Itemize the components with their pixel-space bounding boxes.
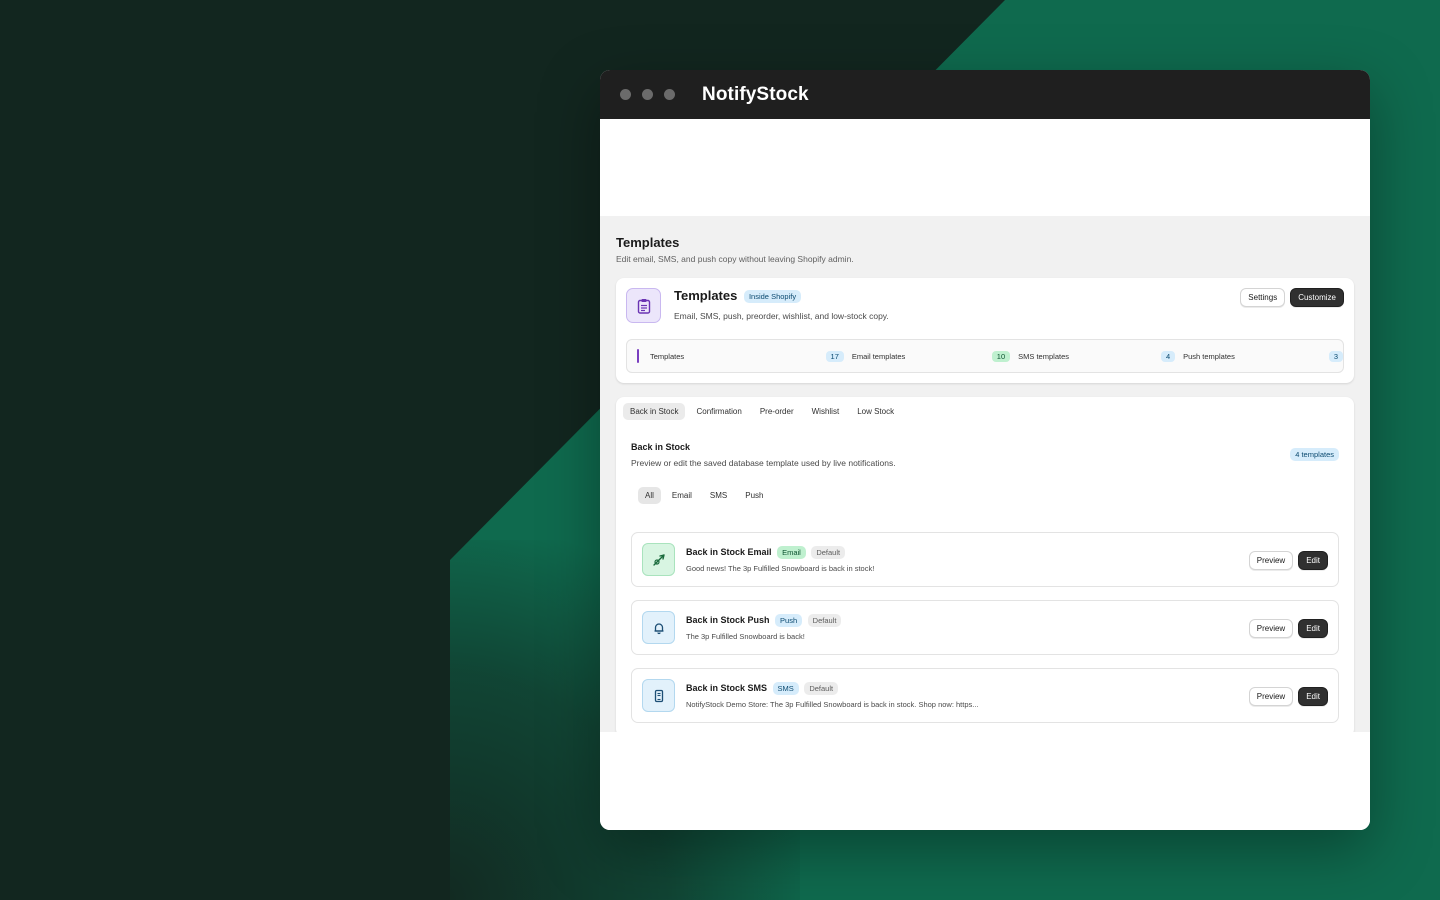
settings-button[interactable]: Settings xyxy=(1240,288,1286,307)
bottom-blank-area xyxy=(600,732,1370,830)
stat-sms-templates: SMS templates xyxy=(1018,352,1161,361)
stat-push-templates: Push templates xyxy=(1183,352,1329,361)
filter-sms[interactable]: SMS xyxy=(703,487,734,504)
filter-push[interactable]: Push xyxy=(738,487,770,504)
category-tabs: Back in Stock Confirmation Pre-order Wis… xyxy=(616,397,1354,426)
bell-icon xyxy=(642,611,675,644)
app-title: NotifyStock xyxy=(702,83,809,105)
preview-button[interactable]: Preview xyxy=(1248,551,1294,570)
row-title: Back in Stock Push Push Default xyxy=(686,614,842,627)
card-actions: Settings Customize xyxy=(1240,288,1344,307)
status-badge: Default xyxy=(807,614,842,627)
top-blank-area xyxy=(600,119,1370,216)
template-count-badge: 4 templates xyxy=(1290,448,1339,461)
customize-button[interactable]: Customize xyxy=(1290,288,1344,307)
channel-badge: Email xyxy=(777,546,806,559)
channel-badge: Push xyxy=(775,614,803,627)
filter-email[interactable]: Email xyxy=(665,487,699,504)
clipboard-icon xyxy=(626,288,661,323)
row-actions: Preview Edit xyxy=(1248,551,1328,570)
card-title-text: Templates xyxy=(674,288,738,303)
app-window: NotifyStock Templates Edit email, SMS, a… xyxy=(600,70,1370,830)
window-zoom-dot[interactable] xyxy=(664,89,675,100)
status-badge: Default xyxy=(804,682,839,695)
page-subtitle: Edit email, SMS, and push copy without l… xyxy=(616,254,854,264)
stat-count: 10 xyxy=(991,350,1011,362)
window-close-dot[interactable] xyxy=(620,89,631,100)
status-badge: Default xyxy=(811,546,846,559)
row-actions: Preview Edit xyxy=(1248,687,1328,706)
channel-badge: SMS xyxy=(772,682,799,695)
window-minimize-dot[interactable] xyxy=(642,89,653,100)
stat-label: SMS templates xyxy=(1018,351,1069,361)
template-row: Back in Stock SMS SMS Default NotifyStoc… xyxy=(631,668,1339,723)
row-title: Back in Stock Email Email Default xyxy=(686,546,846,559)
tab-low-stock[interactable]: Low Stock xyxy=(850,403,901,420)
stat-count: 4 xyxy=(1160,350,1176,362)
main-content: Templates Edit email, SMS, and push copy… xyxy=(600,216,1370,732)
template-name: Back in Stock Push xyxy=(686,614,770,625)
tab-wishlist[interactable]: Wishlist xyxy=(805,403,847,420)
template-preview-text: Good news! The 3p Fulfilled Snowboard is… xyxy=(686,564,875,573)
window-titlebar: NotifyStock xyxy=(600,70,1370,119)
stats-bar: Templates 17 Email templates 10 SMS temp… xyxy=(626,339,1344,373)
template-row: Back in Stock Push Push Default The 3p F… xyxy=(631,600,1339,655)
template-name: Back in Stock Email xyxy=(686,546,772,557)
edit-button[interactable]: Edit xyxy=(1298,619,1328,638)
stats-accent-bar xyxy=(637,349,639,363)
filter-all[interactable]: All xyxy=(638,487,661,504)
send-icon xyxy=(642,543,675,576)
stat-label: Push templates xyxy=(1183,351,1235,361)
row-actions: Preview Edit xyxy=(1248,619,1328,638)
channel-filters: All Email SMS Push xyxy=(638,487,770,504)
stat-count: 3 xyxy=(1328,350,1343,362)
template-preview-text: The 3p Fulfilled Snowboard is back! xyxy=(686,632,805,641)
page-title: Templates xyxy=(616,235,680,250)
stat-templates: Templates xyxy=(650,352,826,361)
stat-label: Templates xyxy=(649,351,685,361)
stat-email-templates: Email templates xyxy=(852,352,992,361)
edit-button[interactable]: Edit xyxy=(1298,687,1328,706)
section-title: Back in Stock xyxy=(631,442,691,452)
section-subtitle: Preview or edit the saved database templ… xyxy=(631,458,896,468)
preview-button[interactable]: Preview xyxy=(1248,619,1294,638)
inside-shopify-badge: Inside Shopify xyxy=(743,290,802,304)
stat-label: Email templates xyxy=(851,351,906,361)
template-name: Back in Stock SMS xyxy=(686,682,768,693)
stat-count: 17 xyxy=(825,350,844,362)
template-row: Back in Stock Email Email Default Good n… xyxy=(631,532,1339,587)
templates-header-card: Templates Inside Shopify Email, SMS, pus… xyxy=(616,278,1354,383)
templates-tabs-card: Back in Stock Confirmation Pre-order Wis… xyxy=(616,397,1354,732)
tab-back-in-stock[interactable]: Back in Stock xyxy=(623,403,686,420)
edit-button[interactable]: Edit xyxy=(1298,551,1328,570)
row-title: Back in Stock SMS SMS Default xyxy=(686,682,839,695)
tab-confirmation[interactable]: Confirmation xyxy=(689,403,748,420)
phone-icon xyxy=(642,679,675,712)
card-title: Templates Inside Shopify xyxy=(674,288,802,304)
preview-button[interactable]: Preview xyxy=(1248,687,1294,706)
tab-pre-order[interactable]: Pre-order xyxy=(753,403,801,420)
card-description: Email, SMS, push, preorder, wishlist, an… xyxy=(674,311,889,321)
template-preview-text: NotifyStock Demo Store: The 3p Fulfilled… xyxy=(686,700,979,709)
